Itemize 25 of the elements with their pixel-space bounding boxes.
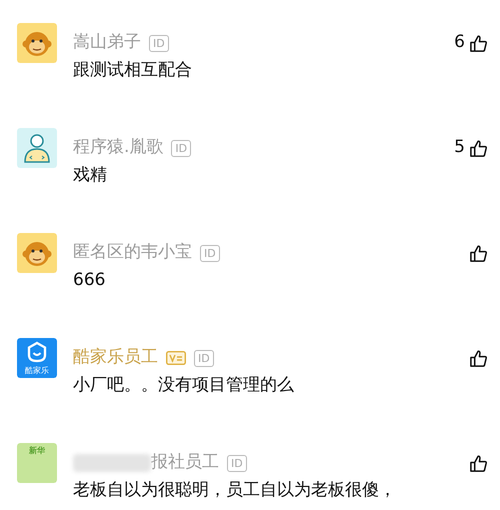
user-name[interactable]: 程序猿.胤歌: [73, 135, 164, 161]
user-name[interactable]: 报社员工: [151, 450, 219, 476]
comment-text: 跟测试相互配合: [73, 59, 193, 82]
id-tag: ID: [149, 34, 169, 52]
id-tag: ID: [171, 140, 192, 156]
like-count: 5: [454, 136, 465, 160]
avatar-icon[interactable]: 酷家乐: [17, 338, 57, 378]
comment-text: 666: [73, 269, 106, 292]
comment-text: 小厂吧。。没有项目管理的么: [73, 374, 295, 396]
thumbs-up-icon[interactable]: [469, 34, 488, 52]
user-name[interactable]: 嵩山弟子: [73, 30, 141, 56]
thumbs-up-icon[interactable]: [469, 138, 488, 158]
thumbs-up-icon[interactable]: [469, 244, 488, 262]
id-tag: ID: [194, 350, 214, 366]
thumbs-up-icon[interactable]: [469, 348, 488, 368]
avatar-icon[interactable]: 新华: [17, 443, 57, 483]
avatar-icon[interactable]: [17, 128, 57, 168]
comment-text: 老板自以为很聪明，员工自以为老板很傻，: [73, 479, 397, 502]
id-tag: ID: [200, 244, 220, 262]
user-name[interactable]: 匿名区的韦小宝: [73, 240, 192, 266]
id-tag: ID: [227, 454, 247, 472]
user-name[interactable]: 酷家乐员工: [73, 345, 158, 371]
thumbs-up-icon[interactable]: [469, 454, 488, 472]
like-count: 6: [454, 31, 465, 54]
comment-text: 戏精: [73, 164, 108, 186]
